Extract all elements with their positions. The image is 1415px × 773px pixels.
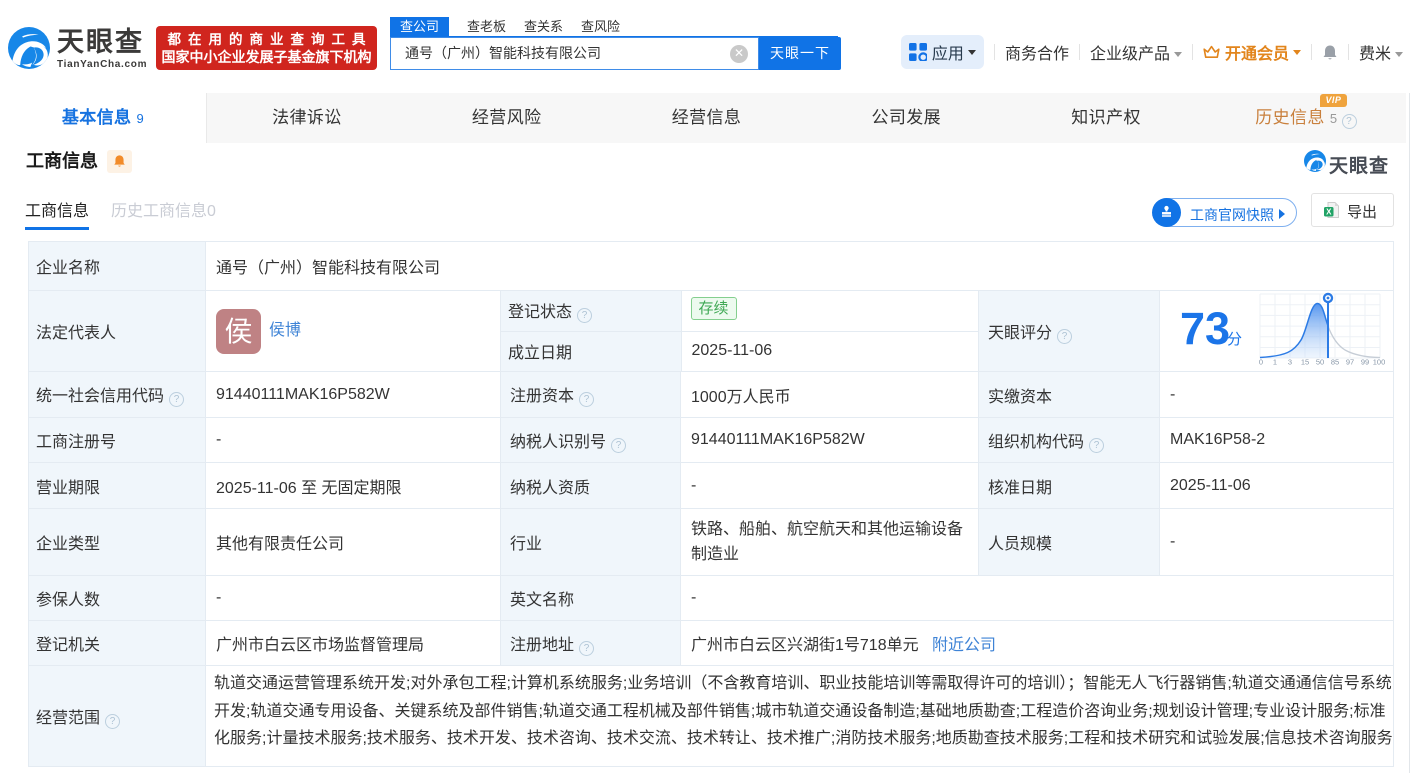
svg-text:X: X [1326,207,1332,216]
svg-text:15: 15 [1301,358,1309,367]
svg-text:85: 85 [1331,358,1339,367]
svg-text:1: 1 [1273,358,1277,367]
svg-text:97: 97 [1346,358,1354,367]
svg-text:50: 50 [1316,358,1324,367]
svg-text:99: 99 [1361,358,1369,367]
svg-text:100: 100 [1373,358,1386,367]
svg-text:0: 0 [1259,358,1263,367]
svg-text:3: 3 [1288,358,1292,367]
